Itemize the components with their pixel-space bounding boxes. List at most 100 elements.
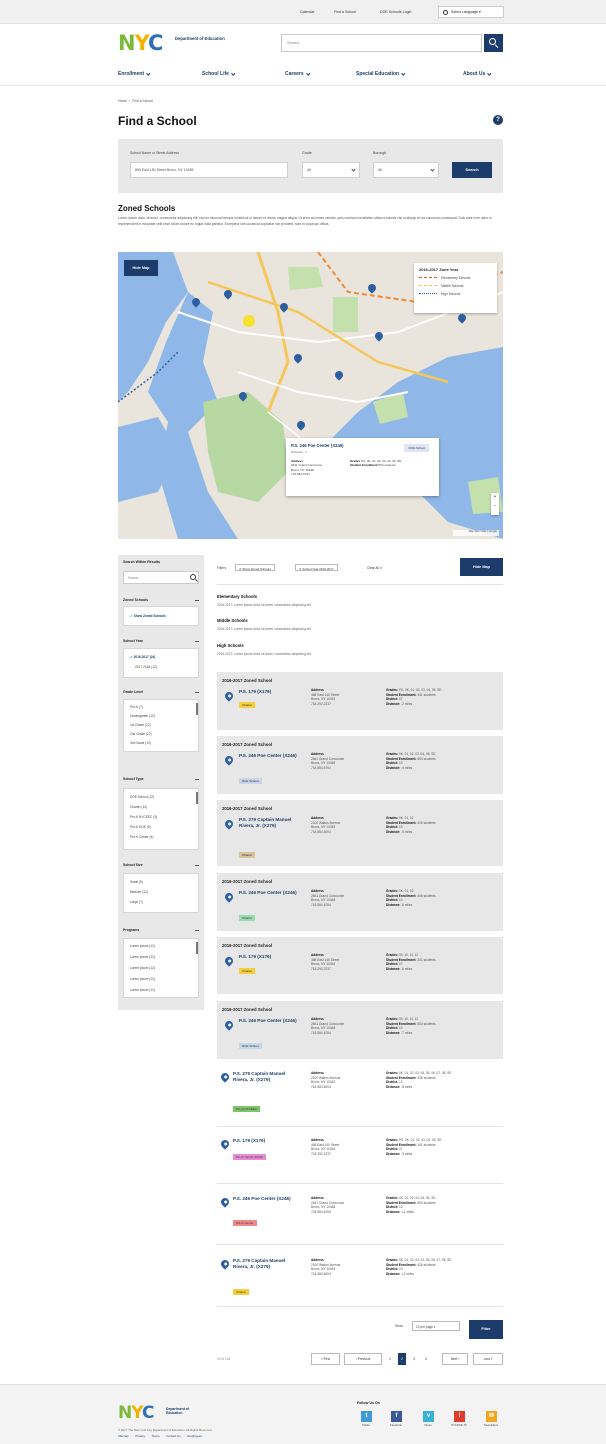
filter-chip[interactable]: ✕ Show Zoned Schools xyxy=(235,564,275,571)
address-input[interactable]: 890 East 150 Street Bronx, NY 10455 xyxy=(130,162,288,178)
util-link-find-school[interactable]: Find a School xyxy=(334,10,356,14)
option-program[interactable]: Lorem ipsum (12) xyxy=(130,966,155,970)
grade-select[interactable]: All xyxy=(302,162,360,178)
footer-link[interactable]: Privacy xyxy=(135,1434,144,1438)
option-program[interactable]: Lorem ipsum (12) xyxy=(130,977,155,981)
nyc-doe-logo[interactable]: NYC Department of Education xyxy=(118,30,228,56)
result-card-zoned[interactable]: 2016-2017 Zoned School P.S. 179 (X179) C… xyxy=(217,937,503,994)
collapse-icon[interactable] xyxy=(195,930,199,931)
option-program[interactable]: Lorem ipsum (12) xyxy=(130,955,155,959)
nav-item-about-us[interactable]: About Us xyxy=(463,70,492,77)
twitter-icon[interactable]: t xyxy=(361,1411,372,1422)
option-type[interactable]: DOE School (12) xyxy=(130,795,154,799)
result-card-zoned[interactable]: 2016-2017 Zoned School P.S. 279 Captain … xyxy=(217,800,503,866)
result-card[interactable]: P.S. 179 (X179) Pre-K Center (DOE) Addre… xyxy=(217,1132,503,1184)
option-size[interactable]: Large (7) xyxy=(130,900,143,904)
address-label: School Name or Street Address xyxy=(130,151,180,155)
pager-page[interactable]: 3 xyxy=(410,1353,418,1365)
option-type[interactable]: Charter (12) xyxy=(130,805,147,809)
nav-item-school-life[interactable]: School Life xyxy=(202,70,235,77)
option-program[interactable]: Lorem ipsum (12) xyxy=(130,988,155,992)
collapse-icon[interactable] xyxy=(195,641,199,642)
option-grade[interactable]: Kindergarten (12) xyxy=(130,714,155,718)
facebook-icon[interactable]: f xyxy=(391,1411,402,1422)
school-map[interactable]: Hide Map 2016-2017 Zone Year Elementary … xyxy=(118,252,503,539)
option-year[interactable]: ✓ 2016-2017 (24) xyxy=(130,655,155,659)
school-name-link[interactable]: P.S. 179 (X179) xyxy=(239,954,299,960)
option-size[interactable]: Small (5) xyxy=(130,880,143,884)
hide-map-button[interactable]: Hide Map xyxy=(124,260,158,276)
school-name-link[interactable]: P.S. 279 Captain Manuel Rivera, Jr. (X27… xyxy=(233,1258,293,1270)
school-name-link[interactable]: P.S. 246 Poe Center (X246) xyxy=(233,1196,293,1202)
option-year[interactable]: 2017-2018 (12) xyxy=(135,665,157,669)
school-name-link[interactable]: P.S. 246 Poe Center (X246) xyxy=(239,1018,299,1024)
result-card-zoned[interactable]: 2016-2017 Zoned School P.S. 246 Poe Cent… xyxy=(217,736,503,794)
school-name-link[interactable]: P.S. 246 Poe Center (X246) xyxy=(239,753,299,759)
option-show-zoned[interactable]: ✓ Show Zoned Schools xyxy=(130,614,166,618)
pager-page[interactable]: 1 xyxy=(386,1353,394,1365)
collapse-icon[interactable] xyxy=(195,692,199,693)
breadcrumb-home[interactable]: Home xyxy=(118,99,127,103)
option-program[interactable]: Lorem ipsum (12) xyxy=(130,944,155,948)
scrollbar[interactable] xyxy=(196,703,198,715)
nycdoe-tv-icon[interactable]: ! xyxy=(454,1411,465,1422)
newsletter-icon[interactable]: ✉ xyxy=(486,1411,497,1422)
pager-next[interactable]: Next › xyxy=(442,1353,468,1365)
option-grade[interactable]: 2nd Grade (12) xyxy=(130,732,152,736)
result-card[interactable]: P.S. 279 Captain Manuel Rivera, Jr. (X27… xyxy=(217,1065,503,1127)
scrollbar[interactable] xyxy=(196,792,198,804)
collapse-icon[interactable] xyxy=(195,779,199,780)
footer-link[interactable]: Sitemap xyxy=(118,1434,129,1438)
collapse-icon[interactable] xyxy=(195,600,199,601)
footer-logo[interactable]: NYC Department of Education xyxy=(118,1404,208,1424)
vimeo-icon[interactable]: v xyxy=(423,1411,434,1422)
util-link-calendar[interactable]: Calendar xyxy=(300,10,315,14)
school-name-link[interactable]: P.S. 279 Captain Manuel Rivera, Jr. (X27… xyxy=(233,1071,293,1083)
footer-link[interactable]: Terms xyxy=(152,1434,160,1438)
filter-chip[interactable]: ✕ School Year 2016-2017 xyxy=(295,564,338,571)
result-card-zoned[interactable]: 2016-2017 Zoned School P.S. 179 (X179) C… xyxy=(217,672,503,730)
pager-last[interactable]: Last » xyxy=(473,1353,503,1365)
option-type[interactable]: Pre-K NYCEEC (3) xyxy=(130,815,157,819)
pager-first[interactable]: « First xyxy=(311,1353,340,1365)
footer-link[interactable]: Employees xyxy=(187,1434,201,1438)
result-card[interactable]: P.S. 279 Captain Manuel Rivera, Jr. (X27… xyxy=(217,1252,503,1307)
option-type[interactable]: Pre-K DOE (5) xyxy=(130,825,151,829)
option-type[interactable]: Pre-K Center (4) xyxy=(130,835,153,839)
footer-link[interactable]: Contact Us xyxy=(166,1434,180,1438)
filter-button[interactable]: Filter xyxy=(469,1320,503,1339)
option-grade[interactable]: 3rd Grade (12) xyxy=(130,741,151,745)
result-card-zoned[interactable]: 2016-2017 Zoned School P.S. 246 Poe Cent… xyxy=(217,1001,503,1059)
map-pin-icon xyxy=(219,1138,231,1150)
clear-all-link[interactable]: Clear All ✕ xyxy=(367,566,382,570)
pager-page-current[interactable]: 2 xyxy=(398,1353,406,1365)
language-select[interactable]: Select Language ▾ xyxy=(438,6,504,18)
legend-item: High Schools xyxy=(419,292,492,300)
result-card[interactable]: P.S. 246 Poe Center (X246) Pre-K Center … xyxy=(217,1190,503,1245)
option-grade[interactable]: Pre-K (7) xyxy=(130,705,143,709)
search-button[interactable]: Search xyxy=(452,162,492,178)
school-name-link[interactable]: P.S. 246 Poe Center (X246) xyxy=(239,890,299,896)
school-name-link[interactable]: P.S. 279 Captain Manuel Rivera, Jr. (X27… xyxy=(239,817,299,829)
school-name-link[interactable]: P.S. 179 (X179) xyxy=(233,1138,293,1144)
pager-page[interactable]: 4 xyxy=(422,1353,430,1365)
option-grade[interactable]: 1st Grade (12) xyxy=(130,723,151,727)
result-card-zoned[interactable]: 2016-2017 Zoned School P.S. 246 Poe Cent… xyxy=(217,873,503,931)
pager-previous[interactable]: ‹ Previous xyxy=(344,1353,382,1365)
collapse-icon[interactable] xyxy=(195,865,199,866)
scrollbar[interactable] xyxy=(196,942,198,954)
site-search-input[interactable]: Search... xyxy=(281,34,482,52)
nav-item-enrollment[interactable]: Enrollment xyxy=(118,70,151,77)
nav-item-careers[interactable]: Careers xyxy=(285,70,310,77)
zoom-control[interactable]: + − xyxy=(491,493,499,515)
option-size[interactable]: Medium (12) xyxy=(130,890,148,894)
school-name-link[interactable]: P.S. 179 (X179) xyxy=(239,689,299,695)
hide-map-button-secondary[interactable]: Hide Map xyxy=(460,558,503,576)
nav-item-special-education[interactable]: Special Education xyxy=(356,70,406,77)
per-page-select[interactable]: 10 per page ▾ xyxy=(412,1321,460,1331)
sidebar-search-input[interactable]: Search... xyxy=(123,571,199,584)
borough-select[interactable]: All xyxy=(373,162,439,178)
help-icon[interactable]: ? xyxy=(493,115,503,125)
site-search-button[interactable] xyxy=(484,34,503,52)
util-link-login[interactable]: DOE Schools Login xyxy=(380,10,411,14)
